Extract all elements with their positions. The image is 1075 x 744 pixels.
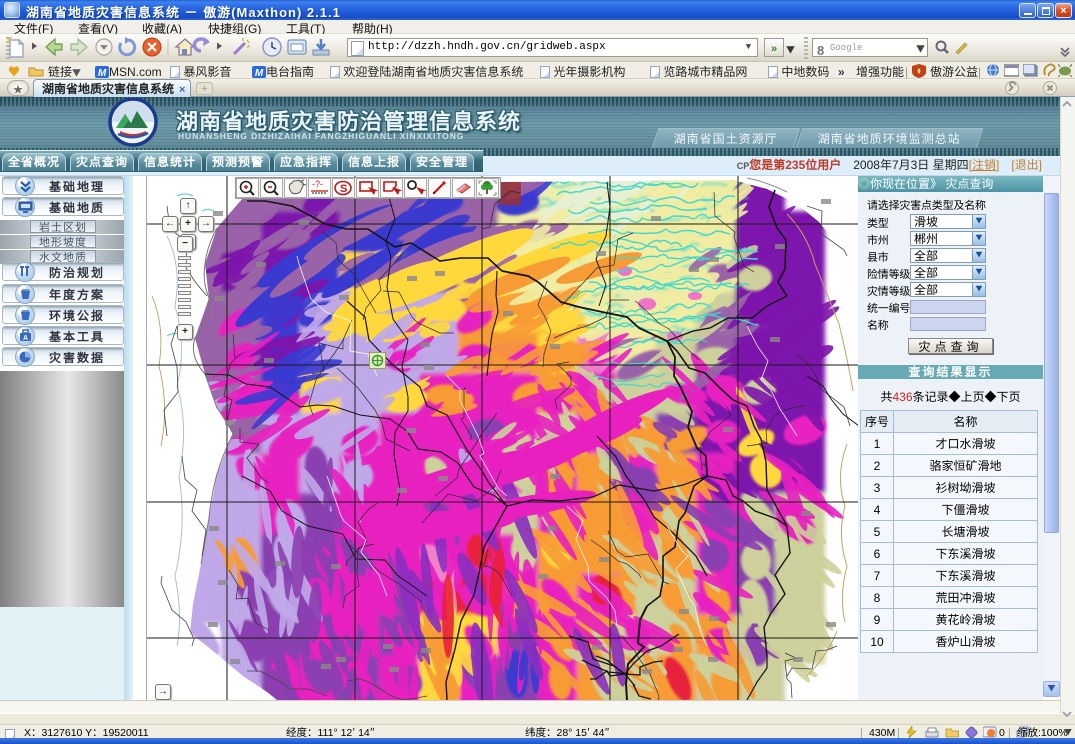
svg-text:A: A	[23, 335, 28, 342]
svg-text:-?-: -?-	[312, 179, 323, 189]
svg-text:S: S	[340, 183, 347, 195]
